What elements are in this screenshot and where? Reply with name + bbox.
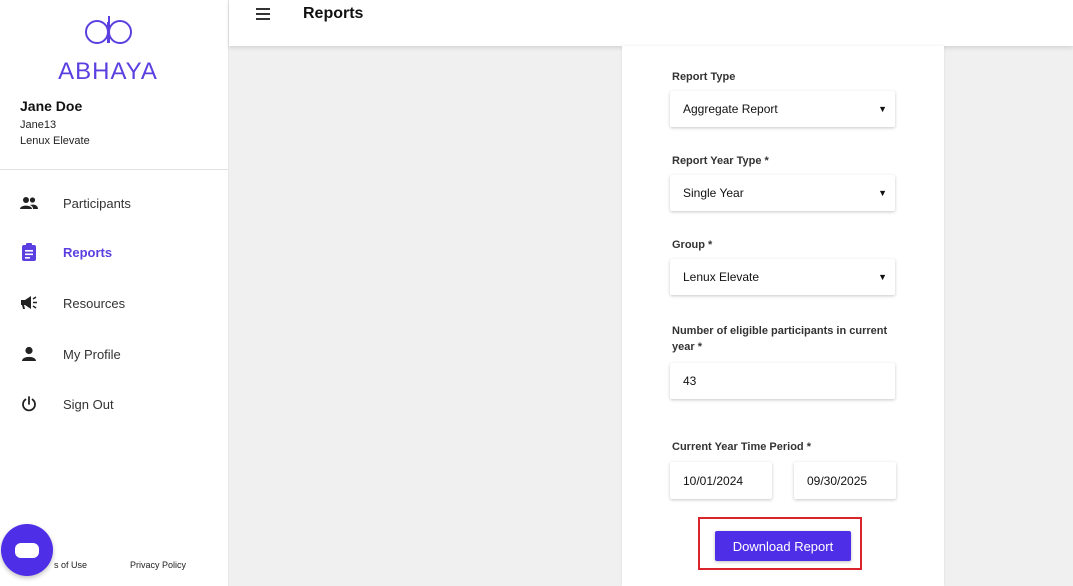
hamburger-menu-icon[interactable] xyxy=(256,8,272,20)
report-year-type-value: Single Year xyxy=(683,186,744,200)
report-type-value: Aggregate Report xyxy=(683,102,778,116)
top-header: Reports xyxy=(229,0,1073,46)
power-icon xyxy=(20,395,38,413)
user-name: Jane Doe xyxy=(20,98,83,114)
eligible-participants-input[interactable]: 43 xyxy=(670,363,895,399)
sidebar-item-sign-out[interactable]: Sign Out xyxy=(0,384,228,424)
end-date-input[interactable]: 09/30/2025 xyxy=(794,462,896,499)
ab-logo-icon xyxy=(85,16,132,44)
report-type-label: Report Type xyxy=(672,71,736,83)
report-year-type-label: Report Year Type * xyxy=(672,155,769,167)
report-year-type-select[interactable]: Single Year ▼ xyxy=(670,175,895,211)
sidebar-divider xyxy=(0,169,228,170)
dropdown-arrow-icon: ▼ xyxy=(878,104,887,114)
time-period-label: Current Year Time Period * xyxy=(672,441,811,453)
sidebar-item-label: Reports xyxy=(63,244,113,260)
dropdown-arrow-icon: ▼ xyxy=(878,188,887,198)
privacy-policy-link[interactable]: Privacy Policy xyxy=(130,560,186,570)
sidebar-item-label: Sign Out xyxy=(63,396,114,412)
dropdown-arrow-icon: ▼ xyxy=(878,272,887,282)
logo-text: ABHAYA xyxy=(58,58,158,85)
report-type-select[interactable]: Aggregate Report ▼ xyxy=(670,91,895,127)
report-form-card: Report Type Aggregate Report ▼ Report Ye… xyxy=(622,46,944,586)
sidebar-item-label: Participants xyxy=(63,195,131,211)
download-report-button[interactable]: Download Report xyxy=(715,531,851,561)
end-date-value: 09/30/2025 xyxy=(807,473,868,488)
user-organization: Lenux Elevate xyxy=(20,135,90,147)
chat-button[interactable] xyxy=(1,524,53,576)
page-title: Reports xyxy=(303,5,364,22)
terms-of-use-link[interactable]: s of Use xyxy=(54,560,87,570)
abhaya-logo[interactable]: ABHAYA xyxy=(46,14,170,85)
person-icon xyxy=(20,345,38,363)
user-username: Jane13 xyxy=(20,119,57,131)
group-value: Lenux Elevate xyxy=(683,270,760,284)
group-label: Group * xyxy=(672,239,713,251)
eligible-participants-label: Number of eligible participants in curre… xyxy=(672,325,888,353)
sidebar-item-label: My Profile xyxy=(63,346,121,362)
chat-icon xyxy=(15,542,39,558)
start-date-value: 10/01/2024 xyxy=(683,473,744,488)
clipboard-icon xyxy=(20,243,38,261)
megaphone-icon xyxy=(20,294,38,312)
sidebar-item-reports[interactable]: Reports xyxy=(0,232,228,272)
sidebar-item-label: Resources xyxy=(63,295,126,311)
eligible-participants-value: 43 xyxy=(683,374,697,388)
people-icon xyxy=(20,194,38,212)
group-select[interactable]: Lenux Elevate ▼ xyxy=(670,259,895,295)
start-date-input[interactable]: 10/01/2024 xyxy=(670,462,772,499)
sidebar: ABHAYA Jane Doe Jane13 Lenux Elevate Par… xyxy=(0,0,229,586)
sidebar-item-my-profile[interactable]: My Profile xyxy=(0,334,228,374)
sidebar-item-participants[interactable]: Participants xyxy=(0,183,228,223)
sidebar-item-resources[interactable]: Resources xyxy=(0,283,228,323)
